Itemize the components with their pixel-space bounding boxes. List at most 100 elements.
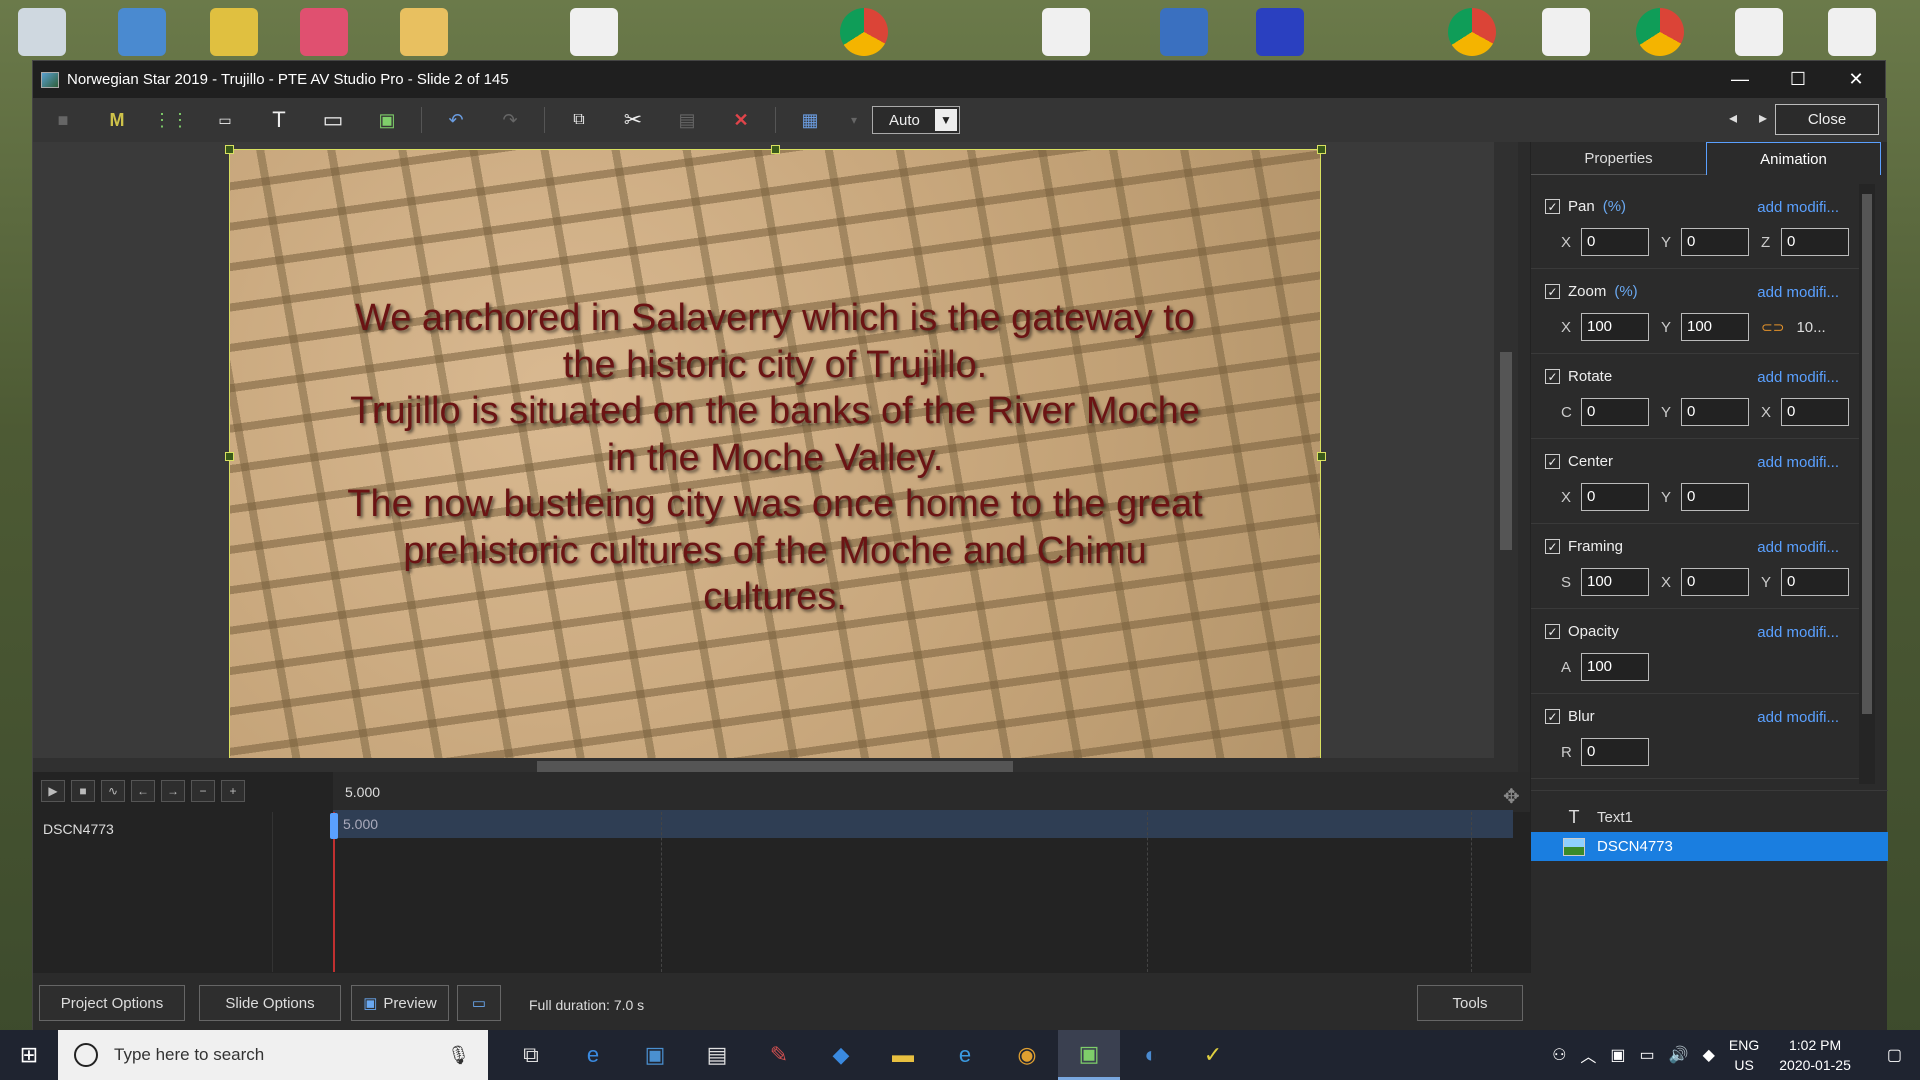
panel-scrollbar[interactable] xyxy=(1859,184,1875,784)
chevron-up-icon[interactable]: ︿ xyxy=(1580,1043,1596,1067)
waveform-icon[interactable]: ∿ xyxy=(101,780,125,802)
framing-s-input[interactable]: 100 xyxy=(1581,568,1649,596)
taskbar-search[interactable]: Type here to search 🎙 xyxy=(58,1030,488,1080)
close-button[interactable]: Close xyxy=(1775,104,1879,135)
task-view-icon[interactable]: ⧉ xyxy=(500,1030,562,1080)
grid-icon[interactable]: ▦ xyxy=(790,104,830,136)
undo-icon[interactable]: ↶ xyxy=(436,104,476,136)
add-modifier-link[interactable]: add modifi... xyxy=(1757,539,1839,556)
chrome-shortcut-icon[interactable] xyxy=(1448,8,1496,56)
resize-handle[interactable] xyxy=(1317,452,1326,461)
opacity-a-input[interactable]: 100 xyxy=(1581,653,1649,681)
file-explorer-icon[interactable]: ▬ xyxy=(872,1030,934,1080)
checkmark-app-icon[interactable]: ✓ xyxy=(1182,1030,1244,1080)
pte-av-studio-icon[interactable]: ▣ xyxy=(1058,1030,1120,1080)
project-options-button[interactable]: Project Options xyxy=(39,985,185,1021)
tab-properties[interactable]: Properties xyxy=(1531,142,1706,175)
volume-icon[interactable]: 🔊 xyxy=(1669,1045,1689,1065)
blur-checkbox[interactable]: ✓ xyxy=(1545,709,1560,724)
add-modifier-link[interactable]: add modifi... xyxy=(1757,284,1839,301)
dropbox-icon[interactable]: ◆ xyxy=(810,1030,872,1080)
paint-icon[interactable]: ✎ xyxy=(748,1030,810,1080)
add-modifier-link[interactable]: add modifi... xyxy=(1757,709,1839,726)
cut-icon[interactable]: ✂ xyxy=(613,104,653,136)
app-shortcut-icon[interactable] xyxy=(1828,8,1876,56)
camera-icon[interactable]: ■ xyxy=(43,104,83,136)
slide-text-object[interactable]: We anchored in Salaverry which is the ga… xyxy=(270,295,1280,621)
arrow-right-icon[interactable]: → xyxy=(161,780,185,802)
resize-handle[interactable] xyxy=(771,145,780,154)
center-y-input[interactable]: 0 xyxy=(1681,483,1749,511)
vertical-scrollbar[interactable] xyxy=(1494,142,1518,758)
arrow-left-icon[interactable]: ← xyxy=(131,780,155,802)
audio-shortcut-icon[interactable] xyxy=(1256,8,1304,56)
fullscreen-preview-button[interactable]: ▭ xyxy=(457,985,501,1021)
zoom-in-icon[interactable]: + xyxy=(221,780,245,802)
zoom-x-input[interactable]: 100 xyxy=(1581,313,1649,341)
mask-icon[interactable]: M xyxy=(97,104,137,136)
next-slide-icon[interactable]: ▸ xyxy=(1759,108,1767,128)
maximize-button[interactable]: ☐ xyxy=(1769,61,1827,98)
object-item-dscn4773[interactable]: DSCN4773 xyxy=(1531,832,1888,861)
center-checkbox[interactable]: ✓ xyxy=(1545,454,1560,469)
add-modifier-link[interactable]: add modifi... xyxy=(1757,199,1839,216)
facebook-shortcut-icon[interactable] xyxy=(1042,8,1090,56)
zoom-out-icon[interactable]: − xyxy=(191,780,215,802)
add-modifier-link[interactable]: add modifi... xyxy=(1757,369,1839,386)
delete-icon[interactable]: ✕ xyxy=(721,104,761,136)
add-modifier-link[interactable]: add modifi... xyxy=(1757,454,1839,471)
document-shortcut-icon[interactable] xyxy=(570,8,618,56)
preview-button[interactable]: ▣ Preview xyxy=(351,985,449,1021)
zoom-y-input[interactable]: 100 xyxy=(1681,313,1749,341)
internet-explorer-icon[interactable]: e xyxy=(934,1030,996,1080)
copy-icon[interactable]: ⧉ xyxy=(559,104,599,136)
blur-r-input[interactable]: 0 xyxy=(1581,738,1649,766)
minimize-button[interactable]: — xyxy=(1711,61,1769,98)
lock-shortcut-icon[interactable] xyxy=(1160,8,1208,56)
zoom-checkbox[interactable]: ✓ xyxy=(1545,284,1560,299)
windows-start-icon[interactable]: ⊞ xyxy=(0,1030,58,1080)
pan-z-input[interactable]: 0 xyxy=(1781,228,1849,256)
play-icon[interactable]: ▶ xyxy=(41,780,65,802)
center-x-input[interactable]: 0 xyxy=(1581,483,1649,511)
move-icon[interactable]: ✥ xyxy=(1503,784,1520,809)
framing-y-input[interactable]: 0 xyxy=(1781,568,1849,596)
slide-options-button[interactable]: Slide Options xyxy=(199,985,341,1021)
recycle-bin-icon[interactable] xyxy=(18,8,66,56)
photos-app-icon[interactable]: ▣ xyxy=(624,1030,686,1080)
downloads-folder-icon[interactable] xyxy=(210,8,258,56)
close-window-button[interactable]: ✕ xyxy=(1827,61,1885,98)
computer-icon[interactable] xyxy=(118,8,166,56)
timeline-ruler[interactable] xyxy=(333,772,1530,812)
scrollbar-thumb[interactable] xyxy=(1500,352,1512,550)
dropbox-tray-icon[interactable]: ◆ xyxy=(1703,1045,1715,1065)
rotate-c-input[interactable]: 0 xyxy=(1581,398,1649,426)
chrome-icon[interactable]: ◉ xyxy=(996,1030,1058,1080)
resize-handle[interactable] xyxy=(225,145,234,154)
microphone-icon[interactable]: 🎙 xyxy=(447,1045,470,1066)
file-shortcut-icon[interactable] xyxy=(1735,8,1783,56)
pan-x-input[interactable]: 0 xyxy=(1581,228,1649,256)
button-object-icon[interactable]: ▭ xyxy=(205,104,245,136)
scrollbar-thumb[interactable] xyxy=(1862,194,1872,714)
previous-slide-icon[interactable]: ◂ xyxy=(1729,108,1737,128)
image-object-icon[interactable]: ▣ xyxy=(367,104,407,136)
folder-shortcut-icon[interactable] xyxy=(400,8,448,56)
framing-x-input[interactable]: 0 xyxy=(1681,568,1749,596)
pan-checkbox[interactable]: ✓ xyxy=(1545,199,1560,214)
tab-animation[interactable]: Animation xyxy=(1706,142,1881,175)
pdf-shortcut-icon[interactable] xyxy=(1542,8,1590,56)
rotate-x-input[interactable]: 0 xyxy=(1781,398,1849,426)
people-icon[interactable]: ⚇ xyxy=(1552,1045,1566,1065)
pan-y-input[interactable]: 0 xyxy=(1681,228,1749,256)
security-icon[interactable]: ▣ xyxy=(1610,1045,1625,1065)
paste-icon[interactable]: ▤ xyxy=(667,104,707,136)
frame-icon[interactable]: ⋮⋮ xyxy=(151,104,191,136)
chrome-shortcut-icon[interactable] xyxy=(840,8,888,56)
scrollbar-thumb[interactable] xyxy=(537,761,1013,772)
store-icon[interactable]: ▤ xyxy=(686,1030,748,1080)
rotate-checkbox[interactable]: ✓ xyxy=(1545,369,1560,384)
stop-icon[interactable]: ■ xyxy=(71,780,95,802)
rectangle-object-icon[interactable]: ▭ xyxy=(313,104,353,136)
network-icon[interactable]: ▭ xyxy=(1640,1045,1655,1065)
